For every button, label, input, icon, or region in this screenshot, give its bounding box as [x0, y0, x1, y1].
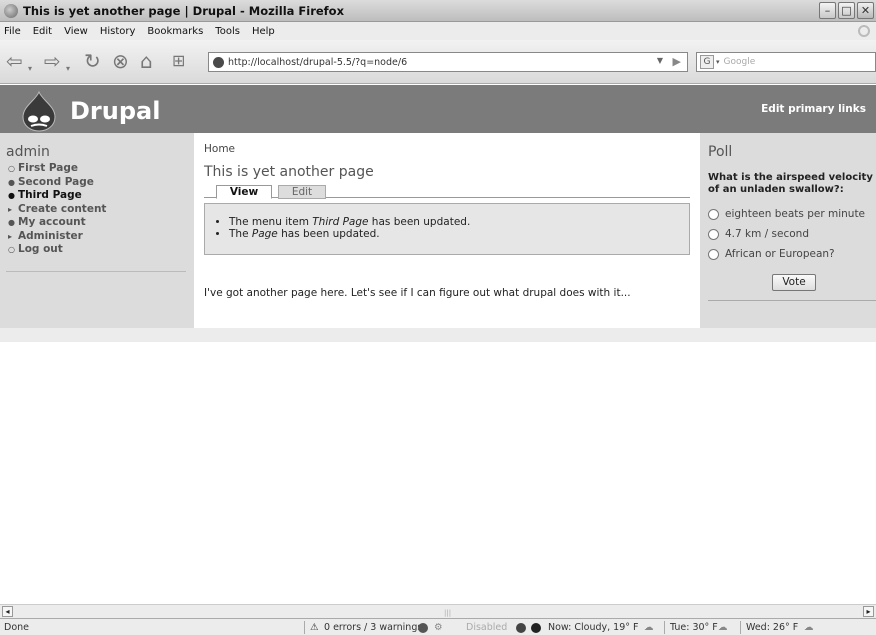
site-header: Drupal Edit primary links [0, 85, 876, 133]
menu-help[interactable]: Help [252, 26, 275, 37]
error-console-status[interactable]: 0 errors / 3 warnings [324, 622, 422, 633]
menubar: File Edit View History Bookmarks Tools H… [0, 22, 876, 40]
user-menu-list: ○ First Page ● Second Page ● Third Page ▸ Cr… [6, 162, 186, 257]
bullet-icon: ● [8, 177, 15, 187]
menu-item-create-content[interactable]: ▸ Create content [6, 203, 186, 217]
menu-item-second-page[interactable]: ● Second Page [6, 176, 186, 190]
menu-file[interactable]: File [4, 26, 21, 37]
node-tabs: View Edit [204, 182, 690, 199]
forward-dropdown-icon[interactable]: ▾ [66, 57, 70, 81]
menu-history[interactable]: History [100, 26, 136, 37]
radio-button[interactable] [708, 228, 719, 240]
forward-icon[interactable]: ⇨ [44, 49, 61, 73]
maximize-button[interactable]: □ [838, 2, 855, 19]
radio-button[interactable] [708, 248, 719, 260]
back-icon[interactable]: ⇦ [6, 49, 23, 73]
bullet-icon: ○ [8, 164, 15, 173]
divider [6, 271, 186, 272]
bullet-icon: ● [8, 218, 15, 227]
site-icon [213, 56, 224, 68]
site-name[interactable]: Drupal [70, 97, 160, 125]
poll-block: Poll What is the airspeed velocity of an… [708, 144, 876, 264]
divider [708, 300, 876, 301]
window-controls: – □ ✕ [819, 2, 874, 19]
poll-option[interactable]: eighteen beats per minute [708, 204, 876, 224]
minimize-button[interactable]: – [819, 2, 836, 19]
node-body: I've got another page here. Let's see if… [204, 287, 631, 299]
menu-edit[interactable]: Edit [33, 26, 52, 37]
poll-option[interactable]: 4.7 km / second [708, 224, 876, 244]
user-menu-block: admin ○ First Page ● Second Page ● Third Pa… [6, 144, 186, 272]
scroll-left-icon[interactable]: ◂ [2, 606, 13, 617]
gear-icon[interactable]: ⚙ [434, 622, 443, 633]
firefox-icon [4, 3, 18, 18]
cloud-icon: ☁ [718, 622, 728, 633]
cloud-icon: ☁ [804, 622, 814, 633]
status-messages: The menu item Third Page has been update… [204, 203, 690, 255]
globe-icon[interactable] [531, 622, 541, 633]
address-bar[interactable]: http://localhost/drupal-5.5/?q=node/6 ▼ … [208, 52, 688, 72]
go-icon[interactable]: ▶ [673, 55, 681, 68]
message-item: The menu item Third Page has been update… [229, 216, 470, 228]
warning-icon[interactable]: ⚠ [310, 622, 319, 633]
search-engine-dropdown-icon[interactable]: ▾ [716, 58, 720, 66]
menu-item-first-page[interactable]: ○ First Page [6, 162, 186, 176]
message-item: The Page has been updated. [229, 228, 470, 240]
weather-wed[interactable]: Wed: 26° F [746, 622, 798, 633]
divider [304, 621, 305, 634]
history-dropdown-icon[interactable]: ▼ [657, 56, 663, 65]
disabled-status: Disabled [466, 622, 508, 633]
search-placeholder: Google [723, 57, 756, 67]
bullet-icon: ● [8, 191, 15, 200]
weather-now[interactable]: Now: Cloudy, 19° F [548, 622, 639, 633]
scroll-right-icon[interactable]: ▸ [863, 606, 874, 617]
status-bar: Done ⚠ 0 errors / 3 warnings ⚙ Disabled … [0, 618, 876, 635]
info-icon[interactable] [516, 622, 526, 633]
menu-item-log-out[interactable]: ○ Log out [6, 243, 186, 257]
cloud-icon: ☁ [644, 622, 654, 633]
poll-question: What is the airspeed velocity of an unla… [708, 172, 873, 195]
address-url: http://localhost/drupal-5.5/?q=node/6 [228, 56, 408, 68]
reload-icon[interactable]: ↻ [84, 49, 101, 73]
tab-view[interactable]: View [216, 185, 272, 199]
home-icon[interactable]: ⌂ [140, 49, 153, 73]
poll-title: Poll [708, 144, 733, 160]
check-icon[interactable] [418, 622, 428, 633]
horizontal-scrollbar[interactable]: ◂ ||| ▸ [0, 604, 876, 618]
page-title: This is yet another page [204, 164, 374, 180]
radio-button[interactable] [708, 208, 719, 220]
status-text: Done [4, 622, 29, 633]
close-button[interactable]: ✕ [857, 2, 874, 19]
poll-option[interactable]: African or European? [708, 244, 876, 264]
throbber-icon [858, 25, 870, 37]
bullet-icon: ○ [8, 245, 15, 254]
back-dropdown-icon[interactable]: ▾ [28, 57, 32, 81]
edit-primary-links-link[interactable]: Edit primary links [761, 103, 866, 115]
new-tab-icon[interactable]: ⊞ [172, 49, 185, 73]
menu-item-administer[interactable]: ▸ Administer [6, 230, 186, 244]
expand-arrow-icon: ▸ [8, 204, 13, 214]
expand-arrow-icon: ▸ [8, 231, 13, 241]
scroll-grip-icon: ||| [444, 609, 452, 617]
search-box[interactable]: G ▾ Google [696, 52, 876, 72]
menu-item-third-page[interactable]: ● Third Page [6, 189, 186, 203]
footer-band [0, 328, 876, 342]
menu-view[interactable]: View [64, 26, 88, 37]
vote-button[interactable]: Vote [772, 274, 816, 291]
window-title: This is yet another page | Drupal - Mozi… [23, 3, 344, 18]
divider [740, 621, 741, 634]
window-titlebar: This is yet another page | Drupal - Mozi… [0, 0, 876, 22]
search-engine-icon[interactable]: G [700, 55, 714, 69]
navigation-toolbar: ⇦ ▾ ⇨ ▾ ↻ ⊗ ⌂ ⊞ http://localhost/drupal-… [0, 40, 876, 84]
breadcrumb[interactable]: Home [204, 143, 235, 155]
menu-bookmarks[interactable]: Bookmarks [147, 26, 203, 37]
weather-tue[interactable]: Tue: 30° F [670, 622, 718, 633]
tab-edit[interactable]: Edit [278, 185, 326, 199]
stop-icon[interactable]: ⊗ [112, 49, 129, 73]
drupal-logo-icon[interactable] [20, 90, 58, 132]
menu-item-my-account[interactable]: ● My account [6, 216, 186, 230]
user-menu-title: admin [6, 144, 50, 160]
divider [664, 621, 665, 634]
menu-tools[interactable]: Tools [215, 26, 240, 37]
